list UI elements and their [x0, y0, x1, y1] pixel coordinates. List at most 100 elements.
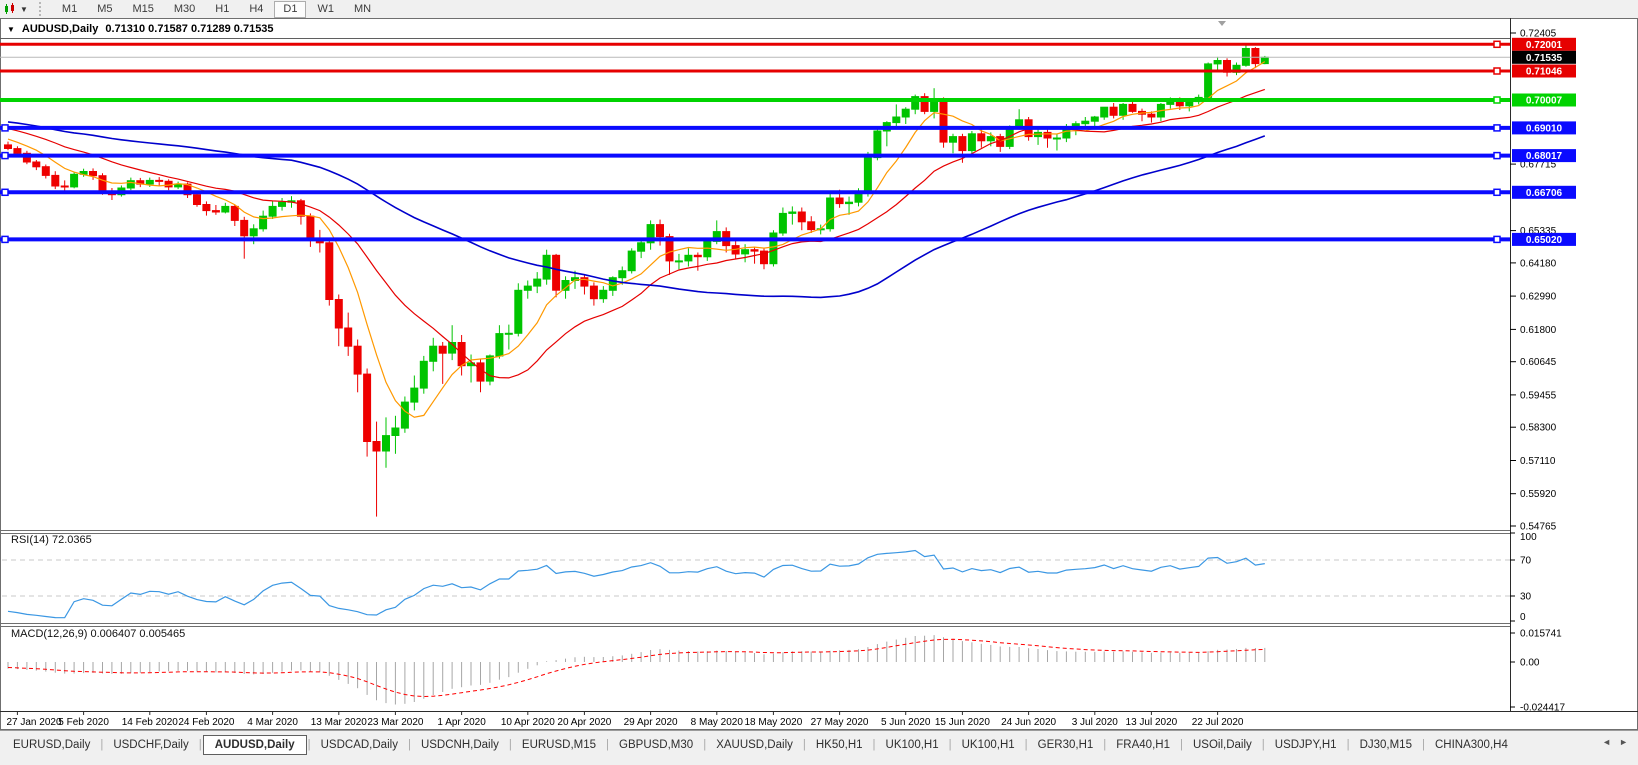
- chart-tab-ger30-h1[interactable]: GER30,H1: [1029, 736, 1103, 754]
- price-badge-0.72001: 0.72001: [1512, 38, 1576, 51]
- tab-separator: |: [308, 739, 311, 751]
- tab-separator: |: [873, 739, 876, 751]
- tab-separator: |: [408, 739, 411, 751]
- timeframe-button-m1[interactable]: M1: [53, 1, 86, 18]
- chart-tab-uk100-h1[interactable]: UK100,H1: [953, 736, 1024, 754]
- svg-text:0.55920: 0.55920: [1520, 489, 1557, 500]
- svg-text:13 Jul 2020: 13 Jul 2020: [1126, 717, 1178, 728]
- chart-tab-fra40-h1[interactable]: FRA40,H1: [1107, 736, 1179, 754]
- tab-separator: |: [1025, 739, 1028, 751]
- svg-text:0.60645: 0.60645: [1520, 357, 1557, 368]
- timeframe-button-mn[interactable]: MN: [345, 1, 380, 18]
- svg-text:0.66706: 0.66706: [1526, 188, 1563, 199]
- chart-tab-usdchf-daily[interactable]: USDCHF,Daily: [104, 736, 197, 754]
- tab-separator: |: [1262, 739, 1265, 751]
- svg-text:30: 30: [1520, 592, 1532, 603]
- svg-text:4 Mar 2020: 4 Mar 2020: [247, 717, 298, 728]
- price-badge-0.69010: 0.69010: [1512, 121, 1576, 134]
- chart-tab-china300-h4[interactable]: CHINA300,H4: [1426, 736, 1517, 754]
- current-price-badge: 0.71535: [1512, 51, 1576, 64]
- chart-canvas[interactable]: 27 Jan 2020 5 Feb 2020 14 Feb 2020 24 Fe…: [0, 18, 1638, 730]
- chart-tab-dj30-m15[interactable]: DJ30,M15: [1351, 736, 1421, 754]
- svg-text:10 Apr 2020: 10 Apr 2020: [501, 717, 555, 728]
- timeframe-button-w1[interactable]: W1: [308, 1, 343, 18]
- price-badge-0.65020: 0.65020: [1512, 233, 1576, 246]
- svg-text:-0.024417: -0.024417: [1520, 703, 1565, 714]
- svg-text:3 Jul 2020: 3 Jul 2020: [1072, 717, 1119, 728]
- svg-text:15 Jun 2020: 15 Jun 2020: [935, 717, 990, 728]
- timeframe-button-m30[interactable]: M30: [165, 1, 204, 18]
- chart-tabs: EURUSD,Daily|USDCHF,Daily|AUDUSD,Daily|U…: [4, 734, 1517, 756]
- chart-tab-usoil-daily[interactable]: USOil,Daily: [1184, 736, 1261, 754]
- tab-scroll-buttons: ◄ ►: [1602, 737, 1628, 747]
- price-badge-0.68017: 0.68017: [1512, 149, 1576, 162]
- svg-text:23 Mar 2020: 23 Mar 2020: [367, 717, 424, 728]
- svg-text:24 Feb 2020: 24 Feb 2020: [178, 717, 235, 728]
- price-axis[interactable]: 0.72405 0.67715 0.65335 0.64180 0.62990 …: [1510, 18, 1637, 714]
- timeframe-button-h4[interactable]: H4: [240, 1, 272, 18]
- svg-text:1 Apr 2020: 1 Apr 2020: [437, 717, 486, 728]
- svg-text:0.57110: 0.57110: [1520, 456, 1556, 467]
- chart-tab-usdcnh-daily[interactable]: USDCNH,Daily: [412, 736, 508, 754]
- svg-text:0.62990: 0.62990: [1520, 292, 1557, 303]
- tab-separator: |: [1347, 739, 1350, 751]
- toolbar-grip[interactable]: [39, 2, 46, 16]
- svg-text:0.69010: 0.69010: [1526, 123, 1563, 134]
- svg-text:70: 70: [1520, 556, 1532, 567]
- tab-separator: |: [703, 739, 706, 751]
- svg-text:0.71046: 0.71046: [1526, 67, 1563, 78]
- chart-tab-xauusd-daily[interactable]: XAUUSD,Daily: [707, 736, 802, 754]
- svg-text:24 Jun 2020: 24 Jun 2020: [1001, 717, 1056, 728]
- toolbar: ▼ M1M5M15M30H1H4D1W1MN: [0, 0, 1638, 19]
- svg-text:0: 0: [1520, 612, 1526, 623]
- svg-text:22 Jul 2020: 22 Jul 2020: [1192, 717, 1244, 728]
- chart-tab-uk100-h1[interactable]: UK100,H1: [877, 736, 948, 754]
- chevron-down-icon: ▼: [20, 5, 28, 14]
- svg-text:29 Apr 2020: 29 Apr 2020: [624, 717, 678, 728]
- svg-text:0.68017: 0.68017: [1526, 151, 1563, 162]
- chart-window: 27 Jan 2020 5 Feb 2020 14 Feb 2020 24 Fe…: [0, 18, 1638, 730]
- arrow-right-icon[interactable]: ►: [1619, 737, 1628, 747]
- svg-text:0.00: 0.00: [1520, 658, 1540, 669]
- chart-tab-eurusd-daily[interactable]: EURUSD,Daily: [4, 736, 99, 754]
- chart-symbol: AUDUSD,Daily: [22, 23, 98, 35]
- tab-separator: |: [1103, 739, 1106, 751]
- svg-text:0.015741: 0.015741: [1520, 629, 1562, 640]
- rsi-indicator-label: RSI(14) 72.0365: [11, 534, 92, 546]
- timeframe-button-d1[interactable]: D1: [274, 1, 306, 18]
- svg-text:0.65020: 0.65020: [1526, 235, 1563, 246]
- chart-tab-hk50-h1[interactable]: HK50,H1: [807, 736, 872, 754]
- tab-separator: |: [1422, 739, 1425, 751]
- tab-separator: |: [199, 739, 202, 751]
- svg-text:0.64180: 0.64180: [1520, 258, 1557, 269]
- timeframe-buttons: M1M5M15M30H1H4D1W1MN: [52, 0, 381, 18]
- tab-separator: |: [803, 739, 806, 751]
- chart-tab-usdjpy-h1[interactable]: USDJPY,H1: [1266, 736, 1346, 754]
- chart-tab-audusd-daily[interactable]: AUDUSD,Daily: [203, 735, 307, 755]
- tab-separator: |: [949, 739, 952, 751]
- tab-separator: |: [100, 739, 103, 751]
- chart-tab-eurusd-m15[interactable]: EURUSD,M15: [513, 736, 605, 754]
- chart-tab-gbpusd-m30[interactable]: GBPUSD,M30: [610, 736, 702, 754]
- svg-text:100: 100: [1520, 532, 1537, 543]
- svg-text:0.54765: 0.54765: [1520, 522, 1557, 533]
- svg-text:0.59455: 0.59455: [1520, 390, 1557, 401]
- svg-text:0.72001: 0.72001: [1526, 40, 1563, 51]
- svg-text:5 Jun 2020: 5 Jun 2020: [881, 717, 931, 728]
- chart-tab-usdcad-daily[interactable]: USDCAD,Daily: [312, 736, 407, 754]
- chart-type-button[interactable]: ▼: [0, 1, 31, 17]
- price-badge-0.70007: 0.70007: [1512, 94, 1576, 107]
- svg-text:0.58300: 0.58300: [1520, 423, 1557, 434]
- timeframe-button-m15[interactable]: M15: [123, 1, 162, 18]
- svg-text:18 May 2020: 18 May 2020: [744, 717, 802, 728]
- svg-text:8 May 2020: 8 May 2020: [691, 717, 744, 728]
- triangle-down-icon[interactable]: ▼: [7, 25, 15, 34]
- svg-text:20 Apr 2020: 20 Apr 2020: [557, 717, 611, 728]
- chart-title: ▼ AUDUSD,Daily 0.71310 0.71587 0.71289 0…: [7, 22, 274, 36]
- timeframe-button-m5[interactable]: M5: [88, 1, 121, 18]
- timeframe-button-h1[interactable]: H1: [206, 1, 238, 18]
- tab-separator: |: [509, 739, 512, 751]
- tab-separator: |: [1180, 739, 1183, 751]
- candlestick-chart-icon: [3, 3, 18, 16]
- arrow-left-icon[interactable]: ◄: [1602, 737, 1611, 747]
